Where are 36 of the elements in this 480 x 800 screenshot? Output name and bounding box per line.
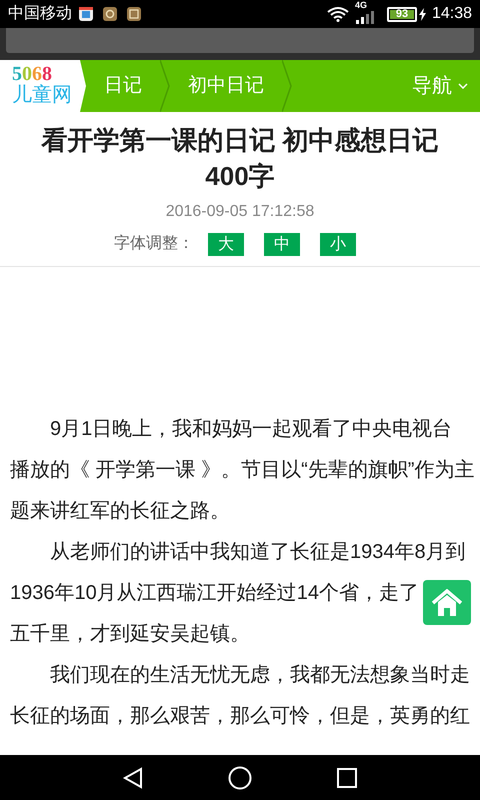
battery-level: 93 [390, 10, 414, 18]
carrier-name: 中国移动 [8, 4, 72, 24]
paragraph-line: 9月1日晚上，我和妈妈一起观看了中央电视台 [49, 417, 452, 442]
chevron-down-icon [458, 83, 468, 89]
paragraph-line: 题来讲红军的长征之路。 [10, 499, 230, 524]
network-type: 4G [354, 1, 367, 10]
breadcrumb-link[interactable]: 初中日记 [170, 72, 282, 100]
landscape-toggle-button[interactable] [6, 28, 474, 53]
paragraph-line: 长征的场面，那么艰苦，那么可怜，但是，英勇的红 [10, 704, 470, 729]
font-size-label: 字体调整： [114, 234, 194, 254]
breadcrumb-separator-icon [282, 60, 292, 112]
font-size-button[interactable]: 小 [320, 232, 356, 256]
paragraph-line: 从老师们的讲话中我知道了长征是1934年8月到 [49, 540, 466, 565]
home-icon[interactable] [228, 766, 252, 790]
article-date: 2016-09-05 17:12:58 [164, 202, 316, 222]
font-size-button[interactable]: 中 [264, 232, 300, 256]
app-icon [102, 6, 118, 22]
back-icon[interactable] [122, 766, 144, 788]
breadcrumb-separator-icon [160, 60, 170, 112]
breadcrumb-link[interactable]: 日记 [86, 72, 160, 100]
font-size-button[interactable]: 大 [208, 232, 244, 256]
clock: 14:38 [432, 4, 472, 24]
wifi-icon [326, 6, 349, 22]
paragraph-line: 五千里，才到延安吴起镇。 [10, 622, 250, 647]
paragraph-line: 1936年10月从江西瑞江开始经过14个省，走了 [10, 581, 419, 606]
paragraph-line: 播放的《 开学第一课 》。节目以“先辈的旗帜”作为主 [10, 458, 474, 483]
signal-icon [354, 11, 375, 24]
site-logo[interactable]: 5068 儿童网 [0, 60, 86, 112]
charging-icon [418, 8, 426, 20]
paragraph-line: 我们现在的生活无忧无虑，我都无法想象当时走 [49, 663, 470, 688]
home-icon [431, 588, 463, 616]
image-icon [126, 6, 142, 22]
app-icon [78, 6, 94, 22]
nav-menu-button[interactable]: 导航 [412, 71, 468, 101]
recent-apps-icon[interactable] [336, 766, 358, 788]
article-title: 看开学第一课的日记 初中感想日记400字 [40, 124, 440, 193]
